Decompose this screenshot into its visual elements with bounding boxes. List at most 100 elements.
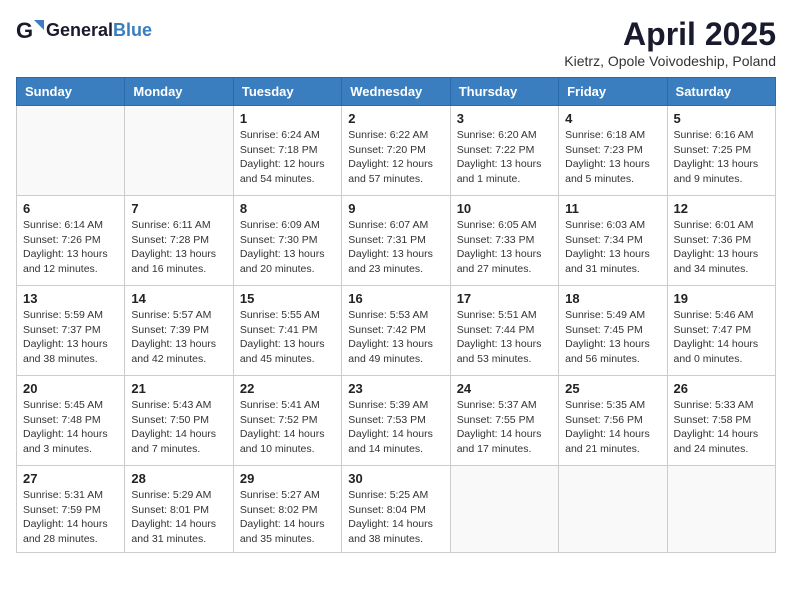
calendar-cell: 15Sunrise: 5:55 AMSunset: 7:41 PMDayligh…: [233, 286, 341, 376]
day-info: Sunrise: 5:55 AMSunset: 7:41 PMDaylight:…: [240, 308, 335, 367]
day-number: 17: [457, 291, 552, 306]
day-number: 12: [674, 201, 769, 216]
calendar-cell: 16 Sunrise: 5:53 AMSunset: 7:42 PMDayligh…: [342, 286, 450, 376]
day-info: Sunrise: 6:01 AMSunset: 7:36 PMDaylight:…: [674, 218, 769, 277]
calendar-cell: 20Sunrise: 5:45 AMSunset: 7:48 PMDayligh…: [17, 376, 125, 466]
day-info: Sunrise: 5:46 AMSunset: 7:47 PMDaylight:…: [674, 308, 769, 367]
calendar-cell: 19 Sunrise: 5:46 AMSunset: 7:47 PMDayligh…: [667, 286, 775, 376]
day-number: 30: [348, 471, 443, 486]
calendar-cell: 7 Sunrise: 6:11 AMSunset: 7:28 PMDaylight…: [125, 196, 233, 286]
logo-icon: G: [16, 16, 44, 44]
week-row-5: 27Sunrise: 5:31 AMSunset: 7:59 PMDayligh…: [17, 466, 776, 553]
calendar-cell: 23 Sunrise: 5:39 AMSunset: 7:53 PMDayligh…: [342, 376, 450, 466]
calendar-cell: 26Sunrise: 5:33 AMSunset: 7:58 PMDayligh…: [667, 376, 775, 466]
day-number: 4: [565, 111, 660, 126]
day-number: 6: [23, 201, 118, 216]
day-info: Sunrise: 5:43 AMSunset: 7:50 PMDaylight:…: [131, 398, 226, 457]
day-number: 14: [131, 291, 226, 306]
day-info: Sunrise: 5:33 AMSunset: 7:58 PMDaylight:…: [674, 398, 769, 457]
day-number: 20: [23, 381, 118, 396]
day-info: Sunrise: 5:25 AMSunset: 8:04 PMDaylight:…: [348, 488, 443, 547]
week-row-2: 6Sunrise: 6:14 AMSunset: 7:26 PMDaylight…: [17, 196, 776, 286]
day-info: Sunrise: 6:05 AMSunset: 7:33 PMDaylight:…: [457, 218, 552, 277]
calendar-cell: [667, 466, 775, 553]
day-number: 9: [348, 201, 443, 216]
day-number: 27: [23, 471, 118, 486]
calendar-cell: 4Sunrise: 6:18 AMSunset: 7:23 PMDaylight…: [559, 106, 667, 196]
calendar-cell: 30 Sunrise: 5:25 AMSunset: 8:04 PMDayligh…: [342, 466, 450, 553]
day-number: 7: [131, 201, 226, 216]
week-row-1: 1Sunrise: 6:24 AMSunset: 7:18 PMDaylight…: [17, 106, 776, 196]
day-number: 21: [131, 381, 226, 396]
header-sunday: Sunday: [17, 78, 125, 106]
day-info: Sunrise: 6:11 AMSunset: 7:28 PMDaylight:…: [131, 218, 226, 277]
day-info: Sunrise: 6:16 AMSunset: 7:25 PMDaylight:…: [674, 128, 769, 187]
day-number: 24: [457, 381, 552, 396]
calendar-cell: 11Sunrise: 6:03 AMSunset: 7:34 PMDayligh…: [559, 196, 667, 286]
calendar-cell: [17, 106, 125, 196]
day-number: 23: [348, 381, 443, 396]
logo-general: General: [46, 20, 113, 40]
calendar-cell: 17 Sunrise: 5:51 AMSunset: 7:44 PMDayligh…: [450, 286, 558, 376]
header-wednesday: Wednesday: [342, 78, 450, 106]
day-info: Sunrise: 5:57 AMSunset: 7:39 PMDaylight:…: [131, 308, 226, 367]
week-row-4: 20Sunrise: 5:45 AMSunset: 7:48 PMDayligh…: [17, 376, 776, 466]
day-number: 16: [348, 291, 443, 306]
day-info: Sunrise: 5:37 AMSunset: 7:55 PMDaylight:…: [457, 398, 552, 457]
page-header: G GeneralBlue April 2025 Kietrz, Opole V…: [16, 16, 776, 69]
calendar-cell: 9 Sunrise: 6:07 AMSunset: 7:31 PMDaylight…: [342, 196, 450, 286]
calendar-cell: 5 Sunrise: 6:16 AMSunset: 7:25 PMDaylight…: [667, 106, 775, 196]
day-number: 5: [674, 111, 769, 126]
calendar-cell: 6Sunrise: 6:14 AMSunset: 7:26 PMDaylight…: [17, 196, 125, 286]
header-friday: Friday: [559, 78, 667, 106]
day-number: 22: [240, 381, 335, 396]
day-number: 13: [23, 291, 118, 306]
day-number: 11: [565, 201, 660, 216]
day-number: 28: [131, 471, 226, 486]
location-title: Kietrz, Opole Voivodeship, Poland: [564, 53, 776, 69]
day-number: 10: [457, 201, 552, 216]
day-number: 19: [674, 291, 769, 306]
calendar-cell: 12 Sunrise: 6:01 AMSunset: 7:36 PMDayligh…: [667, 196, 775, 286]
calendar-cell: [450, 466, 558, 553]
calendar-cell: 10 Sunrise: 6:05 AMSunset: 7:33 PMDayligh…: [450, 196, 558, 286]
calendar-cell: [125, 106, 233, 196]
day-info: Sunrise: 5:51 AMSunset: 7:44 PMDaylight:…: [457, 308, 552, 367]
day-number: 8: [240, 201, 335, 216]
calendar-cell: 28 Sunrise: 5:29 AMSunset: 8:01 PMDayligh…: [125, 466, 233, 553]
day-info: Sunrise: 5:35 AMSunset: 7:56 PMDaylight:…: [565, 398, 660, 457]
calendar-cell: 24 Sunrise: 5:37 AMSunset: 7:55 PMDayligh…: [450, 376, 558, 466]
day-info: Sunrise: 6:09 AMSunset: 7:30 PMDaylight:…: [240, 218, 335, 277]
calendar-cell: 18Sunrise: 5:49 AMSunset: 7:45 PMDayligh…: [559, 286, 667, 376]
header-saturday: Saturday: [667, 78, 775, 106]
calendar-cell: 25 Sunrise: 5:35 AMSunset: 7:56 PMDayligh…: [559, 376, 667, 466]
day-info: Sunrise: 5:29 AMSunset: 8:01 PMDaylight:…: [131, 488, 226, 547]
calendar-cell: 1Sunrise: 6:24 AMSunset: 7:18 PMDaylight…: [233, 106, 341, 196]
calendar-cell: 21 Sunrise: 5:43 AMSunset: 7:50 PMDayligh…: [125, 376, 233, 466]
day-info: Sunrise: 5:49 AMSunset: 7:45 PMDaylight:…: [565, 308, 660, 367]
logo-blue: Blue: [113, 20, 152, 40]
day-number: 25: [565, 381, 660, 396]
header-monday: Monday: [125, 78, 233, 106]
calendar-cell: 8 Sunrise: 6:09 AMSunset: 7:30 PMDaylight…: [233, 196, 341, 286]
calendar-cell: 22Sunrise: 5:41 AMSunset: 7:52 PMDayligh…: [233, 376, 341, 466]
day-info: Sunrise: 6:20 AMSunset: 7:22 PMDaylight:…: [457, 128, 552, 187]
svg-text:G: G: [16, 18, 33, 43]
logo: G GeneralBlue: [16, 16, 152, 44]
day-info: Sunrise: 5:39 AMSunset: 7:53 PMDaylight:…: [348, 398, 443, 457]
day-info: Sunrise: 6:22 AMSunset: 7:20 PMDaylight:…: [348, 128, 443, 187]
title-area: April 2025 Kietrz, Opole Voivodeship, Po…: [564, 16, 776, 69]
day-info: Sunrise: 5:53 AMSunset: 7:42 PMDaylight:…: [348, 308, 443, 367]
day-info: Sunrise: 5:59 AMSunset: 7:37 PMDaylight:…: [23, 308, 118, 367]
calendar-cell: 27Sunrise: 5:31 AMSunset: 7:59 PMDayligh…: [17, 466, 125, 553]
day-number: 3: [457, 111, 552, 126]
month-title: April 2025: [564, 16, 776, 53]
calendar-cell: 2Sunrise: 6:22 AMSunset: 7:20 PMDaylight…: [342, 106, 450, 196]
calendar-cell: 14 Sunrise: 5:57 AMSunset: 7:39 PMDayligh…: [125, 286, 233, 376]
header-thursday: Thursday: [450, 78, 558, 106]
header-tuesday: Tuesday: [233, 78, 341, 106]
day-info: Sunrise: 6:07 AMSunset: 7:31 PMDaylight:…: [348, 218, 443, 277]
calendar-cell: 29Sunrise: 5:27 AMSunset: 8:02 PMDayligh…: [233, 466, 341, 553]
calendar-cell: 13 Sunrise: 5:59 AMSunset: 7:37 PMDayligh…: [17, 286, 125, 376]
calendar-cell: [559, 466, 667, 553]
